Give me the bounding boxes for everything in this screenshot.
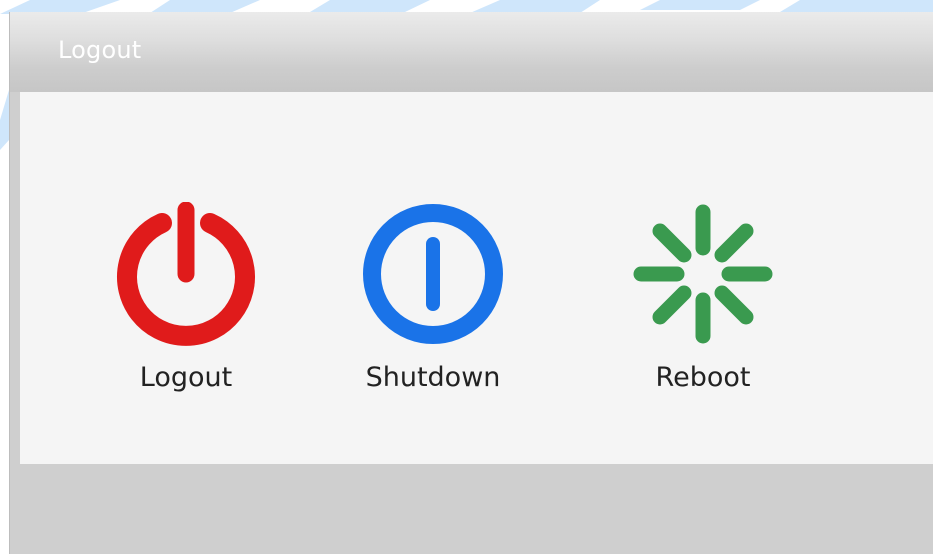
shutdown-label: Shutdown <box>365 362 501 393</box>
dialog-title: Logout <box>58 36 142 64</box>
reboot-button[interactable]: Reboot <box>608 202 798 402</box>
loading-spinner-icon <box>633 204 773 344</box>
shutdown-button[interactable]: Shutdown <box>338 202 528 402</box>
content-panel: Logout Shutdown Reboot <box>20 92 933 464</box>
power-icon <box>363 204 503 344</box>
reboot-label: Reboot <box>655 362 751 393</box>
title-bar: Logout <box>10 12 933 92</box>
logout-button[interactable]: Logout <box>91 202 281 402</box>
logout-label: Logout <box>139 362 233 393</box>
logout-dialog: Logout Logout Shutdown Reboot <box>9 12 933 554</box>
power-icon <box>117 202 255 346</box>
